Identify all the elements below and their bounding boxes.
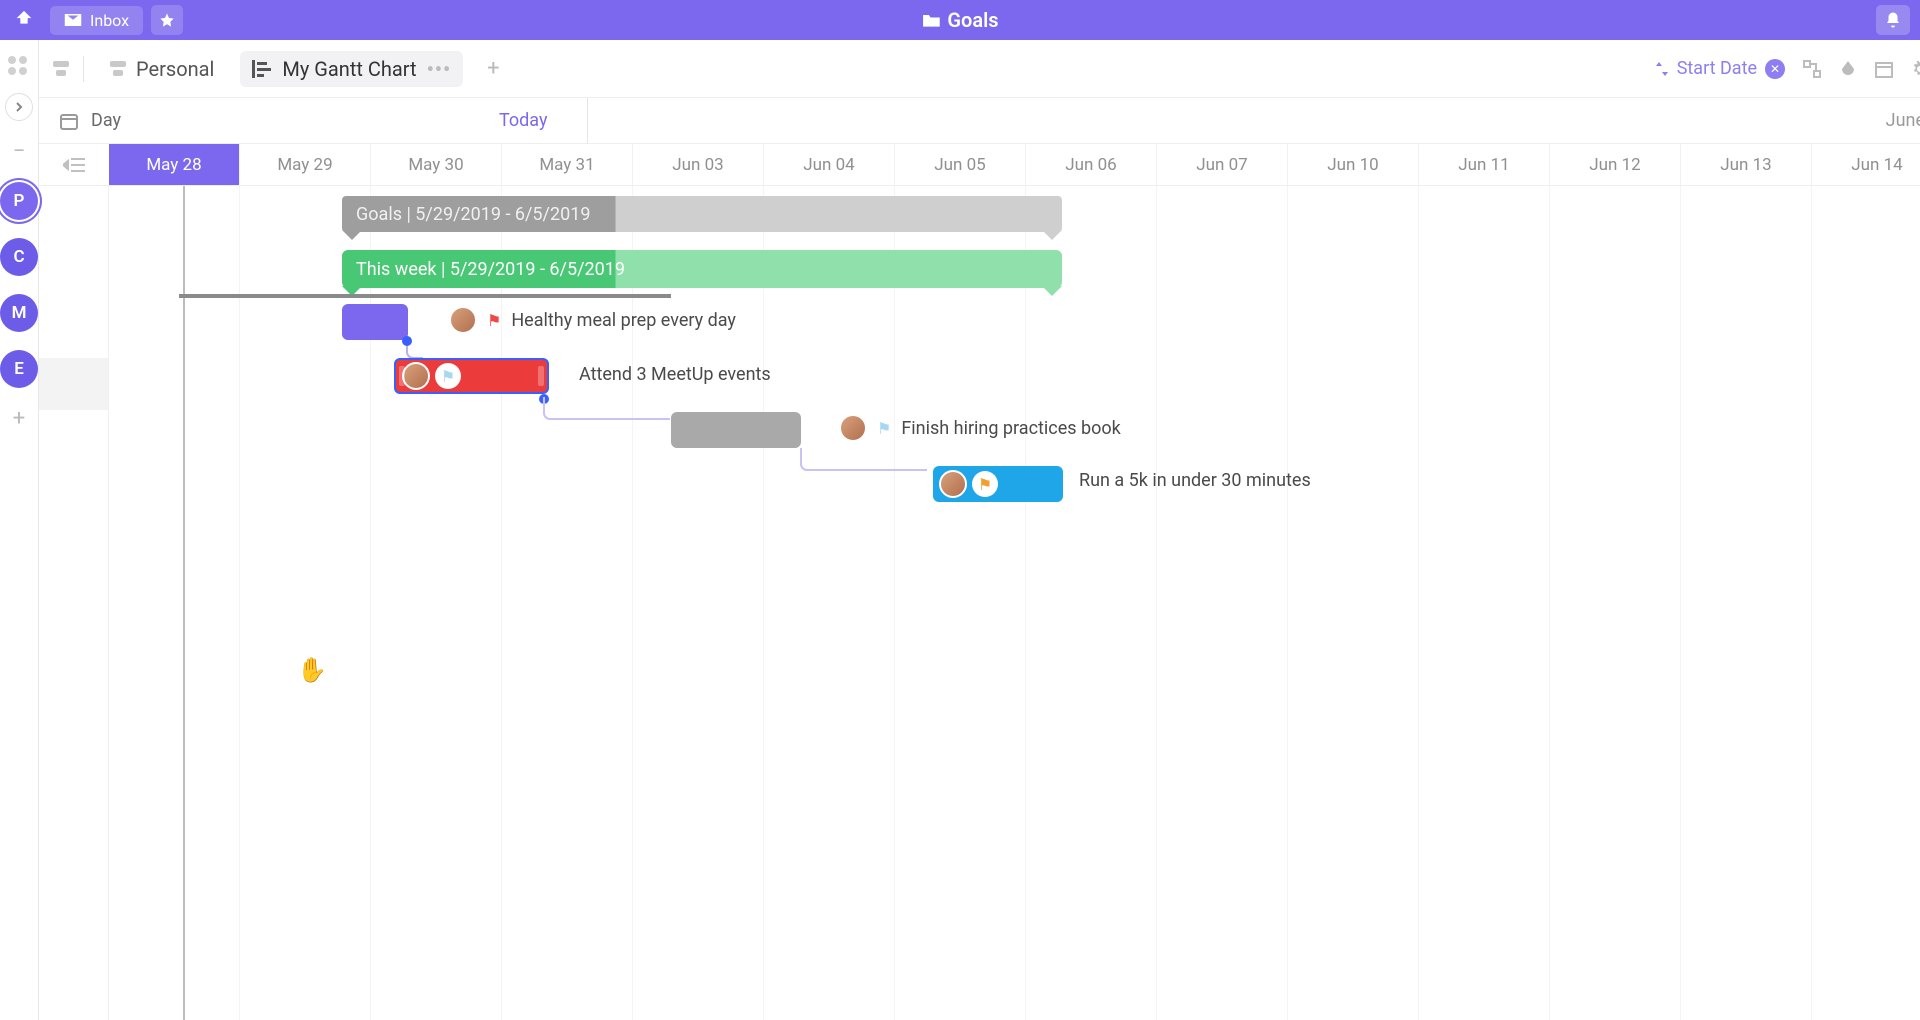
space-p[interactable]: P [0,182,38,220]
dependency-line [799,446,949,486]
star-icon [159,12,175,28]
task-bar-4[interactable]: ⚑ [933,466,1063,502]
date-col[interactable]: Jun 14 [1812,144,1920,185]
task-text: Healthy meal prep every day [511,310,736,331]
task-text: Attend 3 MeetUp events [579,364,771,385]
date-col[interactable]: Jun 05 [895,144,1026,185]
sort-icon [1655,61,1669,77]
date-col[interactable]: Jun 07 [1157,144,1288,185]
resize-handle-right[interactable] [538,366,544,386]
sort-startdate-label: Start Date [1677,58,1757,79]
space-c[interactable]: C [0,238,38,276]
divider [83,56,84,82]
clear-sort-button[interactable]: ✕ [1765,59,1785,79]
gantt-chart[interactable]: Goals | 5/29/2019 - 6/5/2019 This week |… [39,186,1920,1020]
view-options-button[interactable]: ••• [427,57,452,81]
avatar [839,414,867,442]
summary-bar-thisweek[interactable]: This week | 5/29/2019 - 6/5/2019 [342,250,1062,288]
date-col[interactable]: May 28 [109,144,240,185]
notifications-button[interactable] [1876,5,1910,35]
view-gantt-label: My Gantt Chart [282,57,416,81]
summary-label: Goals | 5/29/2019 - 6/5/2019 [356,204,590,225]
list-layout-icon[interactable] [53,61,69,76]
favorites-button[interactable] [151,5,183,35]
task-bar-1[interactable] [342,304,408,340]
view-gantt[interactable]: My Gantt Chart ••• [240,51,463,87]
today-button[interactable]: Today [499,110,547,131]
indent-icon[interactable] [39,144,109,185]
calendar-icon [59,111,79,131]
task-label-3[interactable]: ⚑ Finish hiring practices book [839,414,1121,442]
dependency-line [539,392,689,432]
dates-row: May 28 May 29 May 30 May 31 Jun 03 Jun 0… [39,144,1920,186]
date-col[interactable]: Jun 06 [1026,144,1157,185]
timescale-bar: Day Today June [39,98,1920,144]
color-button[interactable] [1839,60,1857,78]
sort-startdate[interactable]: Start Date ✕ [1655,58,1785,79]
month-label: June [1886,110,1920,131]
list-icon [110,61,126,76]
expand-sidebar-button[interactable] [5,93,33,121]
task-bar-3[interactable] [671,412,801,448]
app-logo[interactable] [10,6,38,34]
date-col[interactable]: Jun 12 [1550,144,1681,185]
flag-badge: ⚑ [435,363,461,389]
view-bar: Personal My Gantt Chart ••• + Start Date… [39,40,1920,98]
view-personal-label: Personal [136,57,214,81]
space-m[interactable]: M [0,294,38,332]
date-col[interactable]: May 30 [371,144,502,185]
timescale-label[interactable]: Day [91,110,121,131]
inbox-button[interactable]: Inbox [50,6,143,35]
avatar [939,470,967,498]
page-title: Goals [921,8,998,32]
date-col[interactable]: Jun 04 [764,144,895,185]
settings-button[interactable] [1911,60,1920,78]
task-label-4[interactable]: Run a 5k in under 30 minutes [1079,470,1311,491]
date-col[interactable]: Jun 03 [633,144,764,185]
chevron-right-icon [14,102,24,112]
date-col[interactable]: Jun 11 [1419,144,1550,185]
top-bar: Inbox Goals [0,0,1920,40]
today-marker [183,186,185,1020]
avatar [449,306,477,334]
resize-handle-left[interactable] [399,366,405,386]
task-label-2[interactable]: Attend 3 MeetUp events [579,364,771,385]
hierarchy-button[interactable] [1803,60,1821,78]
summary-label: This week | 5/29/2019 - 6/5/2019 [356,259,625,280]
collapse-button[interactable]: − [13,139,26,164]
bell-icon [1884,11,1902,29]
inbox-label: Inbox [90,11,129,30]
date-col[interactable]: May 31 [502,144,633,185]
folder-icon [921,11,941,29]
task-bar-2[interactable]: ⚑ [394,358,549,394]
flag-badge: ⚑ [972,471,998,497]
left-sidebar: − P C M E + [0,40,39,1020]
task-text: Finish hiring practices book [901,418,1120,439]
gantt-icon [252,60,272,78]
progress-line [179,294,671,298]
view-personal[interactable]: Personal [98,51,226,87]
page-title-text: Goals [947,8,998,32]
calendar-button[interactable] [1875,60,1893,78]
grid-icon [8,56,30,75]
avatar [402,362,430,390]
dependency-handle[interactable] [402,336,412,346]
date-col[interactable]: Jun 10 [1288,144,1419,185]
task-text: Run a 5k in under 30 minutes [1079,470,1311,491]
divider [587,98,588,143]
date-col[interactable]: May 29 [240,144,371,185]
add-space-button[interactable]: + [13,406,25,431]
grid [39,186,1920,1020]
space-e[interactable]: E [0,350,38,388]
flag-icon: ⚑ [877,419,891,438]
summary-bar-goals[interactable]: Goals | 5/29/2019 - 6/5/2019 [342,196,1062,232]
inbox-icon [64,13,82,27]
task-label-1[interactable]: ⚑ Healthy meal prep every day [449,306,736,334]
add-view-button[interactable]: + [477,52,509,85]
row-highlight [39,358,108,410]
flag-icon: ⚑ [487,311,501,330]
date-col[interactable]: Jun 13 [1681,144,1812,185]
